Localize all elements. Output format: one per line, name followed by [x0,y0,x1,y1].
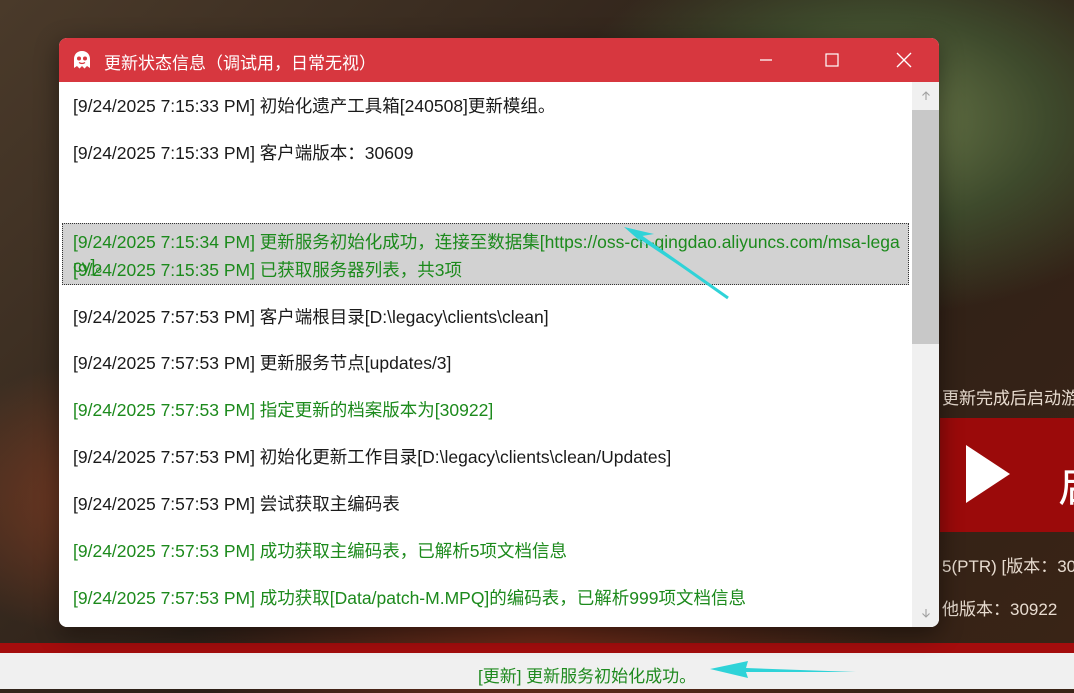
version-line-text: 5(PTR) [版本：30 [942,557,1074,576]
other-version-text: 他版本：30922 [942,600,1058,619]
annotation-arrow-icon [710,661,856,678]
log-row[interactable]: [9/24/2025 7:15:33 PM] 初始化遗产工具箱[240508]更… [73,94,555,118]
log-row[interactable]: [9/24/2025 7:57:53 PM] 尝试获取主编码表 [73,492,400,516]
log-list[interactable]: [9/24/2025 7:15:33 PM] 初始化遗产工具箱[240508]更… [59,82,912,627]
update-status-dialog: 更新状态信息（调试用，日常无视） [9/24/2025 7:15:33 PM] … [59,38,939,627]
minimize-icon [760,59,772,61]
log-row[interactable]: [9/24/2025 7:57:53 PM] 更新服务节点[updates/3] [73,351,451,375]
close-button[interactable] [875,38,933,82]
log-row[interactable]: [9/24/2025 7:57:53 PM] 初始化更新工作目录[D:\lega… [73,445,671,469]
annotation-arrow-icon [624,227,729,300]
maximize-icon [825,53,839,67]
maximize-button[interactable] [803,38,861,82]
close-icon [896,52,912,68]
launcher-red-band [0,643,1074,653]
dialog-title: 更新状态信息（调试用，日常无视） [104,54,376,73]
scroll-down-arrow-icon[interactable] [912,603,939,623]
dialog-titlebar[interactable]: 更新状态信息（调试用，日常无视） [59,38,939,82]
status-message: [更新] 更新服务初始化成功。 [478,667,697,686]
scroll-up-arrow-icon[interactable] [912,86,939,106]
log-row[interactable]: [9/24/2025 7:57:53 PM] 客户端根目录[D:\legacy\… [73,305,549,329]
play-button-label: 启 [1058,450,1074,514]
log-row[interactable]: [9/24/2025 7:57:53 PM] 指定更新的档案版本为[30922] [73,398,493,422]
minimize-button[interactable] [737,38,795,82]
play-icon [966,445,1010,503]
log-row[interactable]: [9/24/2025 7:57:53 PM] 成功获取主编码表，已解析5项文档信… [73,539,567,563]
log-row[interactable]: [9/24/2025 7:15:33 PM] 客户端版本：30609 [73,141,413,165]
log-row[interactable]: [9/24/2025 7:15:35 PM] 已获取服务器列表，共3项 [73,258,462,282]
launch-note-text: 更新完成后启动游 [942,389,1074,408]
scrollbar-thumb[interactable] [912,110,939,344]
log-row[interactable]: [9/24/2025 7:57:53 PM] 成功获取[Data/patch-M… [73,586,746,610]
ghost-icon [74,51,90,69]
vertical-scrollbar[interactable] [912,82,939,627]
